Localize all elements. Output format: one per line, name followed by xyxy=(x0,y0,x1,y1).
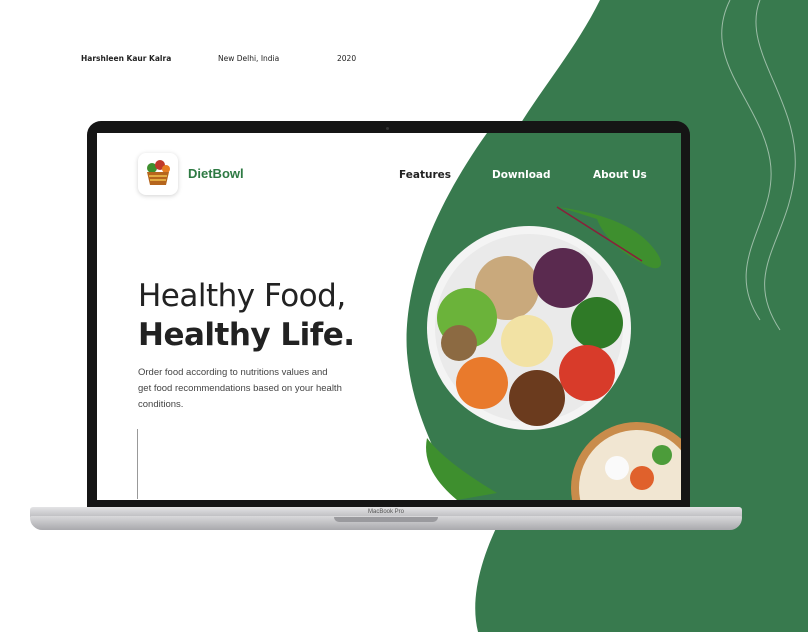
brand-name[interactable]: DietBowl xyxy=(188,166,244,181)
salad-basket-icon xyxy=(147,160,170,185)
location-label: New Delhi, India xyxy=(218,54,280,63)
scroll-divider xyxy=(137,429,138,499)
year-label: 2020 xyxy=(337,54,357,63)
app-logo[interactable] xyxy=(138,153,178,195)
camera-icon xyxy=(386,127,389,130)
hero-title-line1: Healthy Food, xyxy=(138,278,346,314)
laptop-screen: DietBowl Features Download About Us Heal… xyxy=(97,133,681,500)
salad-bowl-icon xyxy=(427,226,631,430)
nav-about-us[interactable]: About Us xyxy=(593,169,647,181)
hero-title-line2: Healthy Life. xyxy=(138,317,355,353)
laptop-model-label: MacBook Pro xyxy=(367,509,404,515)
nav-download[interactable]: Download xyxy=(492,169,551,181)
author-name: Harshleen Kaur Kalra xyxy=(81,54,172,63)
laptop-notch xyxy=(334,517,438,522)
hero-description: Order food according to nutritions value… xyxy=(138,367,342,410)
nav-features[interactable]: Features xyxy=(399,169,451,181)
